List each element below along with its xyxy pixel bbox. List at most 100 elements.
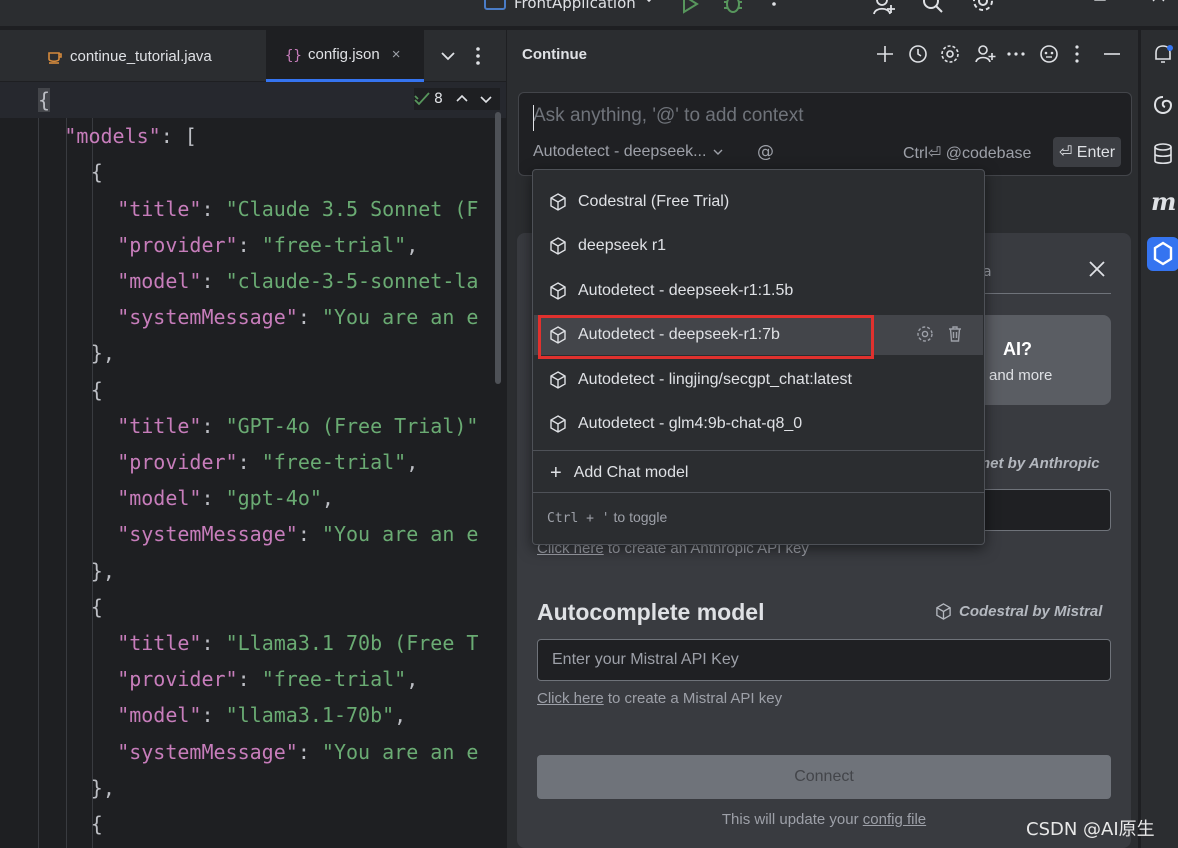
promo-subtitle: and more — [989, 367, 1053, 384]
code-token: : — [237, 232, 262, 257]
highlight-annotation — [538, 315, 874, 359]
cube-icon — [549, 237, 567, 255]
history-icon[interactable] — [908, 44, 930, 66]
code-token: { — [90, 812, 103, 836]
code-token: : — [201, 269, 226, 293]
code-token: "model" — [117, 703, 202, 728]
notifications-icon[interactable] — [1151, 42, 1175, 66]
search-icon[interactable] — [922, 0, 944, 16]
code-line[interactable]: "systemMessage": "You are an e — [117, 734, 478, 770]
gear-icon[interactable] — [972, 0, 994, 16]
run-icon[interactable] — [680, 0, 702, 16]
code-token: "free-trial" — [261, 450, 407, 474]
maximize-icon[interactable] — [1094, 0, 1116, 16]
code-token: "You are an e — [321, 522, 479, 547]
close-icon[interactable] — [1087, 259, 1107, 279]
code-line[interactable]: "model": "claude-3-5-sonnet-la — [117, 263, 478, 299]
code-line[interactable]: "title": "Claude 3.5 Sonnet (F — [117, 191, 478, 227]
cube-icon — [549, 415, 567, 433]
code-line[interactable]: "systemMessage": "You are an e — [117, 299, 478, 335]
code-line[interactable]: { — [91, 154, 103, 190]
code-token: }, — [90, 775, 115, 800]
code-token: , — [406, 667, 419, 692]
debug-icon[interactable] — [722, 0, 744, 16]
enter-button[interactable]: ⏎ Enter — [1053, 137, 1121, 167]
project-icon[interactable] — [484, 0, 506, 10]
code-token: "systemMessage" — [117, 522, 298, 547]
minimize-icon[interactable] — [1036, 0, 1058, 16]
code-line[interactable]: "models": [ — [64, 118, 196, 154]
code-line[interactable]: }, — [91, 335, 115, 371]
markdown-m-icon[interactable]: m — [1151, 190, 1176, 214]
code-token: "models" — [64, 124, 161, 149]
code-token: "provider" — [117, 667, 238, 692]
continue-icon[interactable] — [1147, 237, 1178, 271]
code-token: "provider" — [117, 232, 238, 257]
code-line[interactable]: "provider": "free-trial", — [117, 444, 418, 480]
database-icon[interactable] — [1151, 142, 1175, 166]
code-editor[interactable]: {"models": [{"title": "Claude 3.5 Sonnet… — [0, 82, 506, 848]
project-name[interactable]: FrontApplication — [514, 0, 636, 12]
add-user-icon[interactable] — [974, 44, 996, 66]
chevron-down-icon[interactable] — [440, 48, 456, 64]
gear-icon[interactable] — [916, 325, 934, 343]
code-line[interactable]: "title": "GPT-4o (Free Trial)" — [117, 408, 478, 444]
code-line[interactable]: { — [91, 589, 103, 625]
minimize-icon[interactable] — [1103, 44, 1125, 66]
config-file-link[interactable]: config file — [863, 811, 926, 828]
code-token: { — [90, 377, 103, 402]
code-line[interactable]: { — [91, 806, 103, 842]
add-icon[interactable] — [875, 44, 897, 66]
model-option[interactable]: Autodetect - lingjing/secgpt_chat:latest — [534, 360, 983, 400]
tab-config-json[interactable]: {} config.json × — [266, 30, 424, 82]
more-icon[interactable] — [770, 0, 792, 16]
model-option[interactable]: Codestral (Free Trial) — [534, 182, 983, 222]
code-line[interactable]: "model": "gpt-4o", — [117, 480, 334, 516]
more-vertical-icon[interactable] — [474, 45, 488, 67]
cube-icon — [549, 371, 567, 389]
chat-input[interactable]: Ask anything, '@' to add context Autodet… — [518, 92, 1132, 176]
code-line[interactable]: { — [91, 372, 103, 408]
gear-icon[interactable] — [940, 44, 962, 66]
close-tab-icon[interactable]: × — [392, 46, 401, 63]
emoji-icon[interactable] — [1039, 44, 1061, 66]
close-icon[interactable] — [1152, 0, 1174, 16]
tab-continue-tutorial-java[interactable]: continue_tutorial.java — [28, 30, 264, 82]
model-option[interactable]: Autodetect - deepseek-r1:1.5b — [534, 271, 983, 311]
more-vertical-icon[interactable] — [1073, 44, 1095, 66]
model-selector[interactable]: Autodetect - deepseek... — [533, 143, 724, 161]
code-line[interactable]: "provider": "free-trial", — [117, 661, 418, 697]
trash-icon[interactable] — [946, 325, 964, 343]
code-line[interactable]: "model": "llama3.1-70b", — [117, 697, 406, 733]
code-token: : — [201, 631, 226, 655]
toggle-shortcut-hint: Ctrl + ' to toggle — [547, 509, 668, 526]
model-option[interactable]: deepseek r1 — [534, 226, 983, 266]
add-context-button[interactable]: @ — [757, 142, 774, 162]
code-line[interactable]: "provider": "free-trial", — [117, 227, 418, 263]
inspection-widget[interactable]: 8 — [414, 88, 500, 110]
add-chat-model-button[interactable]: + Add Chat model — [534, 455, 983, 491]
link-description: to create a Mistral API key — [607, 690, 783, 707]
chevron-down-icon[interactable] — [642, 0, 656, 6]
code-line[interactable]: "title": "Llama3.1 70b (Free T — [117, 625, 478, 661]
chevron-down-icon — [713, 149, 723, 155]
check-double-icon — [414, 92, 430, 106]
add-user-icon[interactable] — [872, 0, 895, 16]
code-token: "systemMessage" — [117, 305, 298, 330]
model-option[interactable]: Autodetect - glm4:9b-chat-q8_0 — [534, 404, 983, 444]
more-horizontal-icon[interactable] — [1006, 44, 1028, 66]
code-line[interactable]: }, — [91, 770, 115, 806]
promo-title: AI? — [1003, 339, 1032, 359]
connect-button[interactable]: Connect — [537, 755, 1111, 799]
code-token: "GPT-4o (Free Trial)" — [225, 413, 479, 438]
model-option-label: Autodetect - deepseek-r1:1.5b — [578, 282, 794, 299]
code-token: "llama3.1-70b" — [225, 703, 395, 728]
mistral-api-key-field[interactable]: Enter your Mistral API Key — [537, 639, 1111, 681]
ai-assistant-icon[interactable] — [1151, 93, 1175, 117]
code-token: }, — [90, 558, 115, 583]
mistral-key-link[interactable]: Click here — [537, 690, 604, 707]
editor-scrollbar[interactable] — [495, 112, 501, 384]
code-line[interactable]: "systemMessage": "You are an e — [117, 516, 478, 552]
code-line[interactable]: }, — [91, 553, 115, 589]
svg-text:{}: {} — [285, 48, 302, 64]
